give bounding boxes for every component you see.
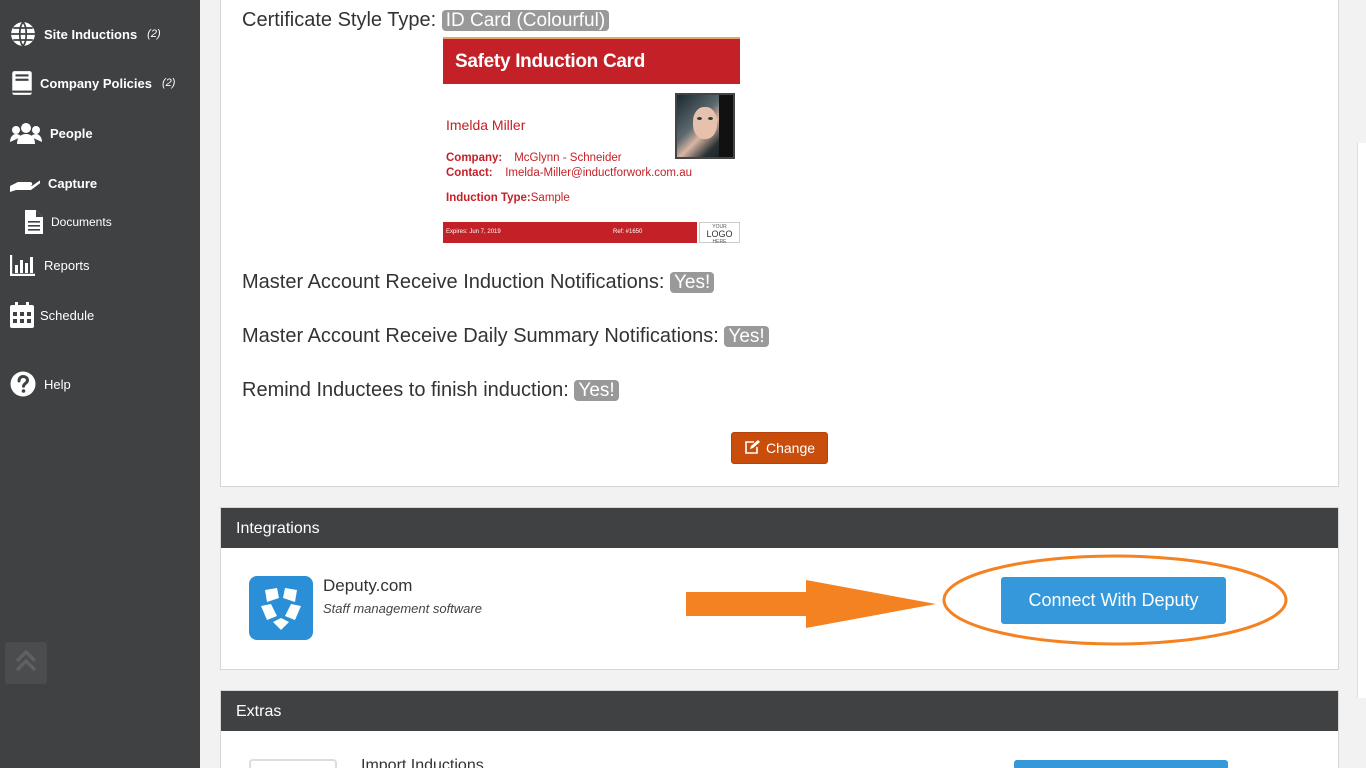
logo-mid-text: LOGO <box>706 229 733 239</box>
ref-text: Ref: #1650 <box>613 229 643 235</box>
daily-summary-label: Master Account Receive Daily Summary Not… <box>242 325 719 347</box>
book-icon <box>10 70 34 96</box>
change-button[interactable]: Change <box>731 432 828 464</box>
deputy-logo-icon <box>249 576 313 640</box>
annotation-arrow <box>686 580 936 628</box>
sidebar-item-label: Schedule <box>40 307 95 323</box>
certificate-style-badge: ID Card (Colourful) <box>441 10 610 31</box>
contact-value: Imelda-Miller@inductforwork.com.au <box>505 167 692 179</box>
integrations-header: Integrations <box>221 508 1338 548</box>
sidebar-item-label: Capture <box>48 175 98 191</box>
sidebar-item-label: Reports <box>44 257 90 273</box>
extras-section: Extras Import Inductions <box>220 690 1339 768</box>
sidebar-item-label: Site Inductions <box>44 26 138 42</box>
induction-notifications-label: Master Account Receive Induction Notific… <box>242 271 665 293</box>
deputy-description: Staff management software <box>323 601 482 616</box>
card-title: Safety Induction Card <box>443 37 740 84</box>
count-badge: (2) <box>161 77 176 89</box>
induction-type-field: Induction Type:Sample <box>446 192 570 204</box>
sidebar: Site Inductions (2) Company Policies (2)… <box>0 0 200 768</box>
users-icon <box>10 122 42 144</box>
globe-icon <box>10 21 36 47</box>
sidebar-item-site-inductions[interactable]: Site Inductions (2) <box>10 21 161 47</box>
edit-icon <box>744 439 760 457</box>
contact-field: Contact: Imelda-Miller@inductforwork.com… <box>446 167 692 179</box>
daily-summary-row: Master Account Receive Daily Summary Not… <box>242 325 769 348</box>
import-inductions-button[interactable] <box>1014 760 1228 768</box>
calendar-icon <box>10 302 34 328</box>
contact-label: Contact: <box>446 167 493 179</box>
sidebar-item-label: Help <box>44 376 71 392</box>
logo-bottom-text: HERE <box>712 239 727 245</box>
connect-with-deputy-button[interactable]: Connect With Deputy <box>1001 577 1226 624</box>
bar-chart-icon <box>10 254 36 276</box>
sidebar-item-help[interactable]: Help <box>10 371 71 397</box>
document-icon <box>25 210 43 234</box>
deputy-name: Deputy.com <box>323 576 413 595</box>
cardholder-name: Imelda Miller <box>446 117 526 133</box>
daily-summary-badge: Yes! <box>724 326 769 347</box>
sidebar-item-label: Company Policies <box>40 75 152 91</box>
remind-inductees-badge: Yes! <box>574 380 619 401</box>
company-label: Company: <box>446 152 503 164</box>
scrollbar[interactable] <box>1357 143 1366 698</box>
induction-notifications-row: Master Account Receive Induction Notific… <box>242 271 715 294</box>
profile-photo <box>675 93 735 159</box>
sidebar-item-label: Documents <box>51 215 112 229</box>
logo-placeholder: YOUR LOGO HERE <box>699 222 740 245</box>
certificate-style-label: Certificate Style Type: <box>242 9 437 31</box>
card-footer: Expires: Jun 7, 2019 Ref: #1650 <box>443 222 697 243</box>
sidebar-item-capture[interactable]: Capture <box>10 172 97 194</box>
remind-inductees-label: Remind Inductees to finish induction: <box>242 379 569 401</box>
sidebar-item-people[interactable]: People <box>10 122 93 144</box>
sidebar-item-schedule[interactable]: Schedule <box>10 302 94 328</box>
sidebar-item-company-policies[interactable]: Company Policies (2) <box>10 70 175 96</box>
scroll-top-button[interactable] <box>5 642 47 684</box>
remind-inductees-row: Remind Inductees to finish induction: Ye… <box>242 379 619 402</box>
induction-type-value: Sample <box>530 192 570 204</box>
sidebar-item-documents[interactable]: Documents <box>25 210 112 234</box>
sidebar-item-reports[interactable]: Reports <box>10 254 90 276</box>
settings-panel: Certificate Style Type: ID Card (Colourf… <box>220 0 1339 487</box>
integrations-section: Integrations Deputy.com Staff management… <box>220 507 1339 670</box>
import-inductions-title: Import Inductions <box>361 757 484 768</box>
expires-text: Expires: Jun 7, 2019 <box>446 229 501 235</box>
company-value: McGlynn - Schneider <box>514 152 622 164</box>
induction-notifications-badge: Yes! <box>670 272 715 293</box>
sidebar-item-label: People <box>50 125 93 141</box>
change-button-label: Change <box>765 440 816 456</box>
id-card-preview: Safety Induction Card Imelda Miller Comp… <box>443 37 740 247</box>
company-field: Company: McGlynn - Schneider <box>446 152 622 164</box>
import-logo <box>249 759 337 768</box>
extras-header: Extras <box>221 691 1338 731</box>
certificate-style-row: Certificate Style Type: ID Card (Colourf… <box>242 9 610 32</box>
hand-icon <box>10 172 40 194</box>
count-badge: (2) <box>147 28 161 40</box>
induction-type-label: Induction Type: <box>446 192 531 204</box>
question-icon <box>10 371 36 397</box>
double-chevron-up-icon <box>15 649 37 678</box>
